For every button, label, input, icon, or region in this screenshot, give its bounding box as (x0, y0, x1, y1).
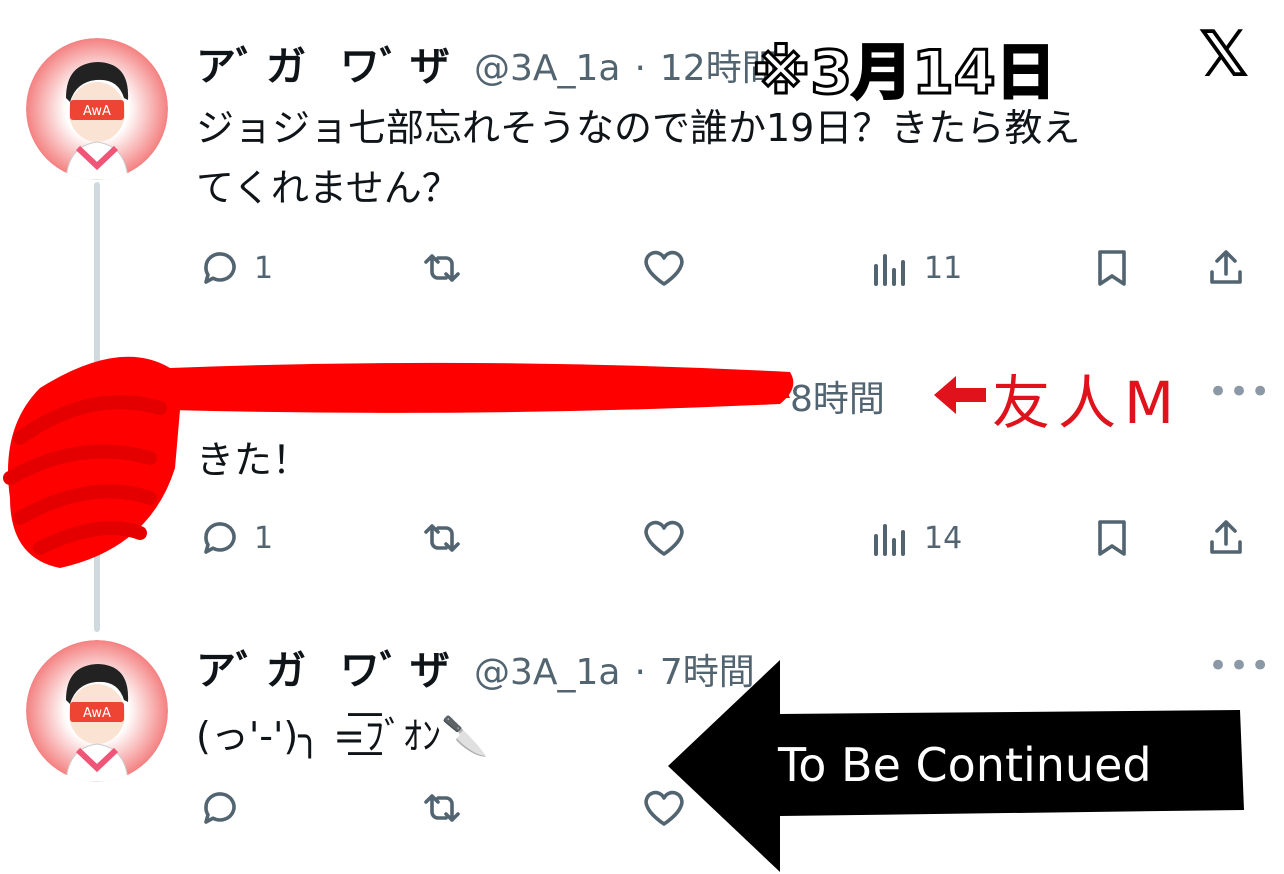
tweet-text: ジョジョ七部忘れそうなので誰か19日？きたら教え てくれません？ (196, 98, 1080, 218)
avatar[interactable]: AwA (26, 38, 168, 180)
display-name[interactable]: アﾞガ ワﾞザ (196, 34, 460, 92)
reply-count: 1 (254, 520, 274, 556)
retweet-button[interactable] (418, 244, 466, 292)
views-button[interactable]: 14 (866, 514, 962, 562)
share-button[interactable] (1202, 514, 1250, 562)
reply-icon (204, 252, 236, 284)
retweet-icon (424, 794, 460, 822)
tweet-text-line: ジョジョ七部忘れそうなので誰か19日？きたら教え (196, 106, 1081, 150)
share-icon (1210, 520, 1242, 554)
handle[interactable]: @3A_1a (474, 48, 621, 89)
avatar[interactable]: AwA (26, 640, 168, 782)
handle[interactable]: @3A_1a (474, 652, 621, 693)
retweet-button[interactable] (418, 514, 466, 562)
heart-icon (644, 520, 684, 556)
bookmark-button[interactable] (1088, 244, 1136, 292)
tweet-text: きた！ (196, 438, 311, 482)
views-icon (874, 254, 905, 286)
views-count: 14 (924, 520, 963, 556)
like-button[interactable] (640, 514, 688, 562)
x-logo-icon[interactable]: 𝕏 (1198, 18, 1250, 92)
annotation-label: 友人M (992, 369, 1183, 437)
share-button[interactable] (1202, 244, 1250, 292)
bookmark-icon (1098, 250, 1126, 286)
retweet-icon (424, 524, 460, 552)
bookmark-icon (1098, 520, 1126, 556)
to-be-continued-label: To Be Continued (778, 738, 1152, 792)
reply-button[interactable]: 1 (196, 244, 273, 292)
tweet-text: (っ'-')╮ =͟͟͞͞ﾌﾞｵﾝ🔪 (196, 714, 489, 758)
retweet-icon (424, 254, 460, 282)
like-button[interactable] (640, 244, 688, 292)
reply-icon (204, 792, 236, 824)
separator-dot: · (634, 652, 646, 693)
display-name[interactable]: アﾞガ ワﾞザ (196, 638, 460, 696)
share-icon (1210, 250, 1242, 284)
timestamp[interactable]: 8時間 (790, 370, 885, 422)
reply-button[interactable]: 1 (196, 514, 273, 562)
heart-icon (644, 250, 684, 286)
to-be-continued-overlay: To Be Continued (668, 660, 1244, 872)
svg-text:AwA: AwA (83, 104, 111, 119)
bookmark-button[interactable] (1088, 514, 1136, 562)
views-button[interactable]: 11 (866, 244, 962, 292)
views-count: 11 (924, 250, 963, 286)
more-icon[interactable]: ••• (1208, 372, 1271, 412)
svg-text:AwA: AwA (83, 706, 111, 721)
reply-icon (204, 522, 236, 554)
annotation-arrow-icon (934, 376, 986, 414)
retweet-button[interactable] (418, 784, 466, 832)
views-icon (874, 524, 905, 556)
tweet-text-line: てくれません？ (196, 166, 460, 210)
reply-button[interactable] (196, 784, 244, 832)
reply-count: 1 (254, 250, 274, 286)
separator-dot: · (634, 48, 646, 89)
